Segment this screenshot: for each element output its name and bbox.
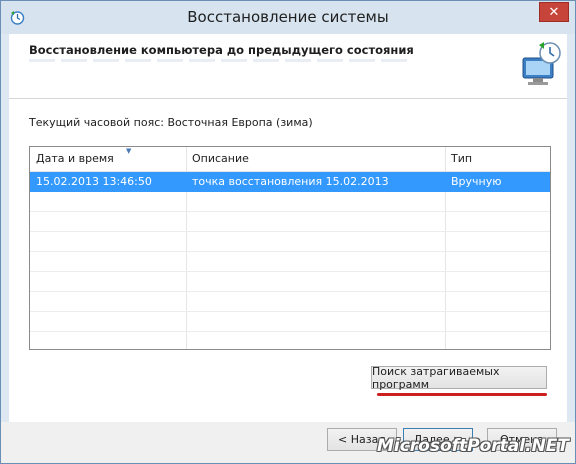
empty-row bbox=[30, 212, 550, 232]
system-restore-window: Восстановление системы ✕ Восстановление … bbox=[0, 0, 576, 464]
empty-row bbox=[30, 252, 550, 272]
list-header: Дата и время ▼ Описание Тип bbox=[30, 147, 550, 172]
column-header-description[interactable]: Описание bbox=[186, 147, 445, 171]
wizard-header: Восстановление компьютера до предыдущего… bbox=[9, 34, 567, 99]
scan-affected-programs-button[interactable]: Поиск затрагиваемых программ bbox=[371, 365, 547, 391]
empty-row bbox=[30, 232, 550, 252]
highlight-underline bbox=[377, 393, 547, 396]
sort-indicator-icon: ▼ bbox=[126, 147, 132, 155]
faint-subheading bbox=[29, 59, 409, 62]
window-title: Восстановление системы bbox=[187, 8, 389, 26]
column-header-type[interactable]: Тип bbox=[445, 147, 550, 171]
close-button[interactable]: ✕ bbox=[539, 2, 569, 22]
restore-computer-icon bbox=[522, 42, 561, 85]
wizard-content: Восстановление компьютера до предыдущего… bbox=[9, 34, 567, 422]
column-header-datetime[interactable]: Дата и время bbox=[30, 147, 186, 171]
close-icon: ✕ bbox=[548, 4, 560, 20]
cell-description: точка восстановления 15.02.2013 bbox=[192, 175, 389, 188]
cell-type: Вручную bbox=[451, 175, 502, 188]
title-bar[interactable]: Восстановление системы ✕ bbox=[1, 1, 575, 34]
empty-row bbox=[30, 312, 550, 332]
timezone-label: Текущий часовой пояс: Восточная Европа (… bbox=[29, 116, 313, 129]
restore-points-list[interactable]: Дата и время ▼ Описание Тип 15.02.2013 1… bbox=[29, 146, 551, 350]
empty-row bbox=[30, 272, 550, 292]
empty-row bbox=[30, 192, 550, 212]
empty-row bbox=[30, 292, 550, 312]
table-row[interactable]: 15.02.2013 13:46:50 точка восстановления… bbox=[30, 172, 550, 192]
watermark-text: MicrosoftPortal.NET bbox=[376, 436, 569, 456]
wizard-footer: < Назад Далее > Отмена MicrosoftPortal.N… bbox=[1, 422, 575, 463]
page-heading: Восстановление компьютера до предыдущего… bbox=[29, 43, 414, 57]
cell-datetime: 15.02.2013 13:46:50 bbox=[36, 175, 152, 188]
